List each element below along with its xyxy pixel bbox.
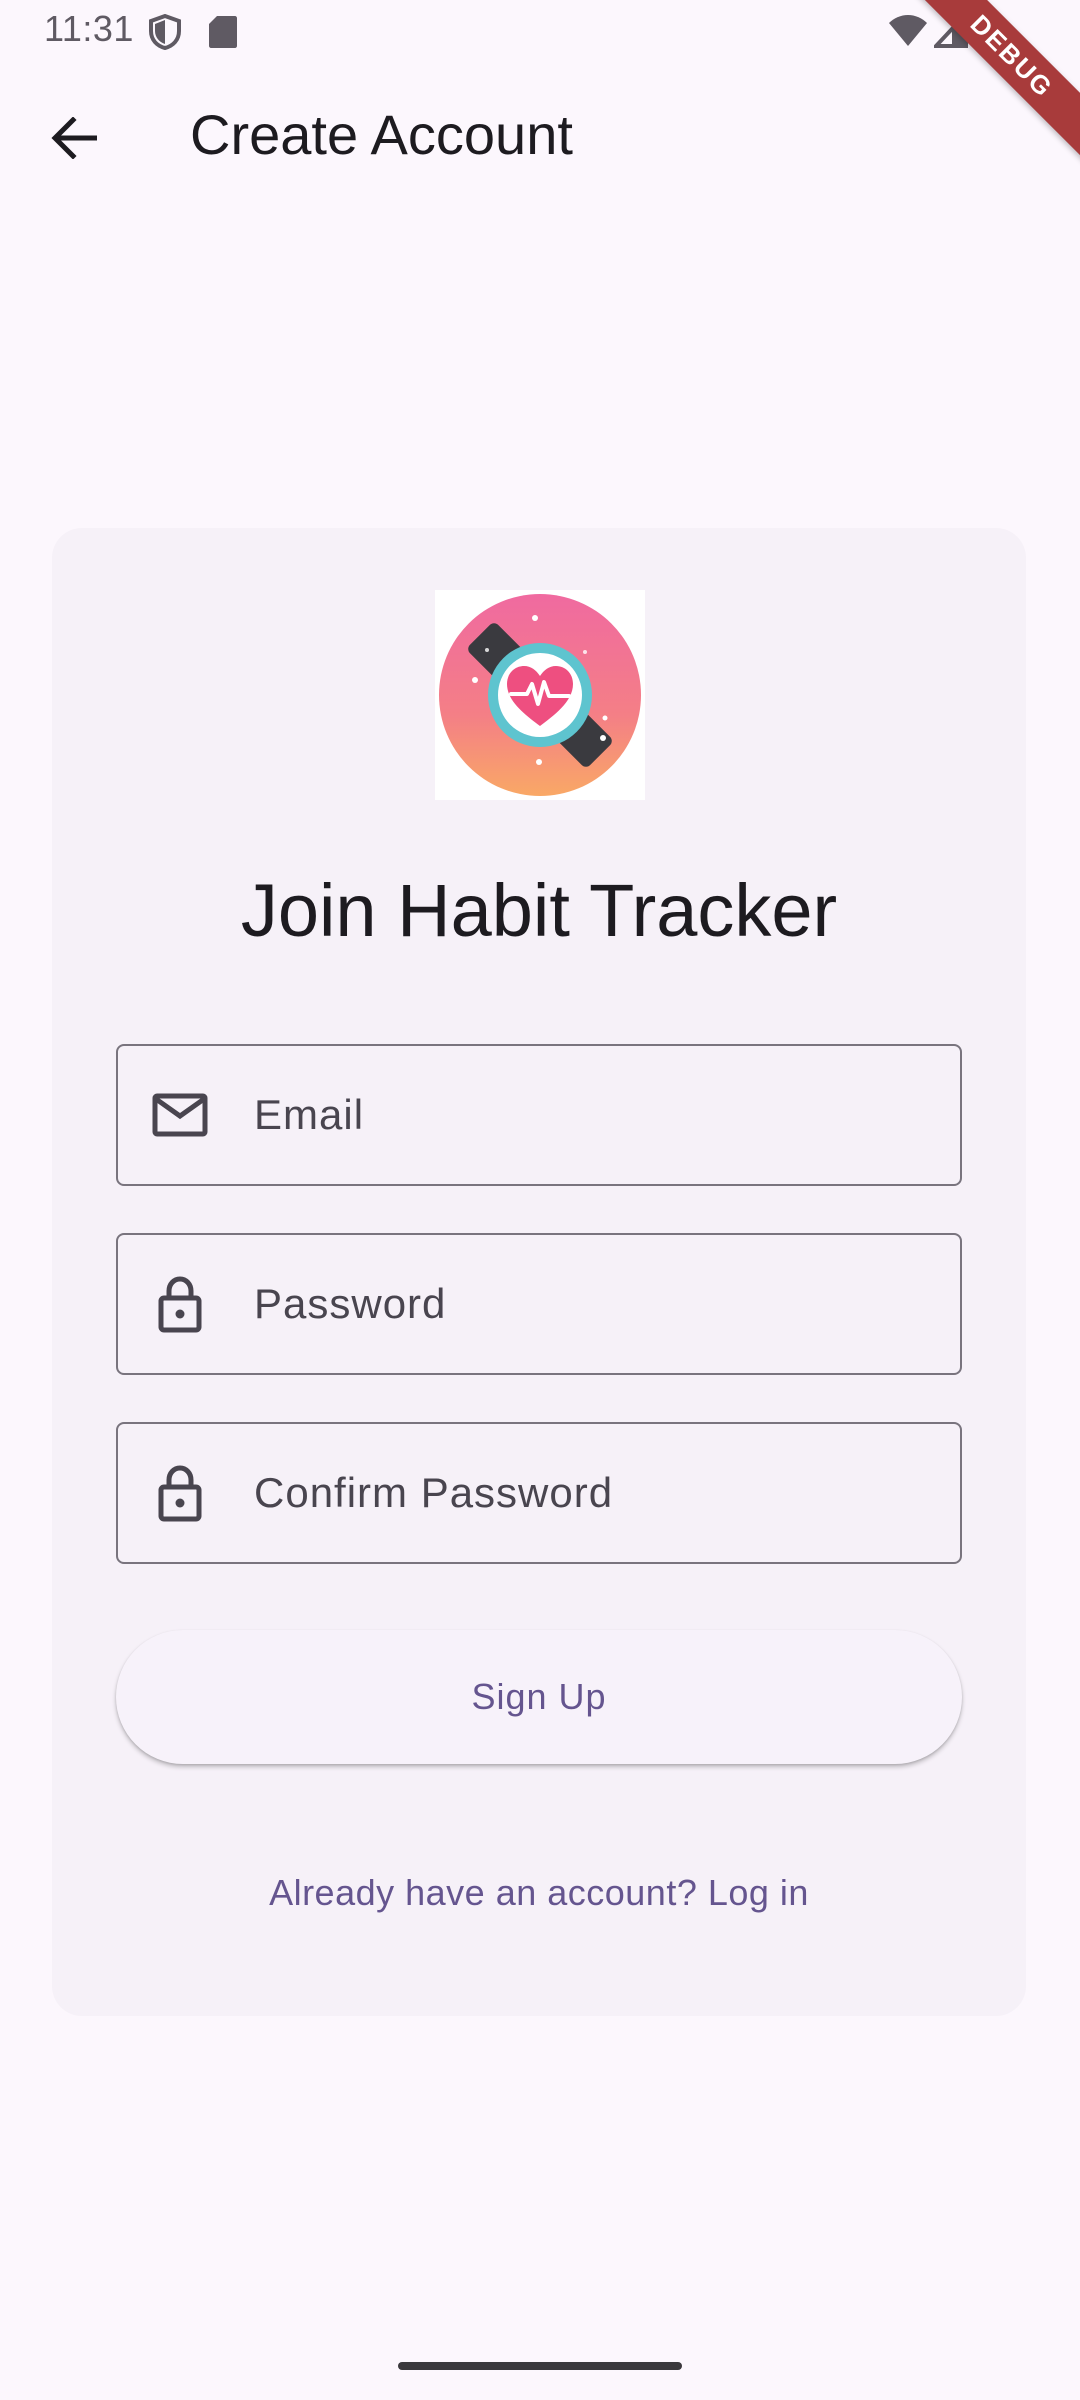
password-placeholder: Password bbox=[254, 1280, 447, 1327]
shield-icon bbox=[148, 13, 182, 55]
home-indicator[interactable] bbox=[398, 2362, 682, 2370]
app-bar: Create Account bbox=[0, 62, 1080, 210]
password-field[interactable]: Password bbox=[116, 1233, 962, 1375]
mail-icon bbox=[152, 1085, 208, 1145]
lock-icon bbox=[152, 1463, 208, 1523]
lock-icon bbox=[152, 1274, 208, 1334]
back-button[interactable] bbox=[34, 98, 114, 178]
wifi-icon bbox=[888, 14, 928, 53]
confirm-password-placeholder: Confirm Password bbox=[254, 1469, 614, 1516]
arrow-back-icon bbox=[51, 117, 97, 159]
status-bar: 11:31 bbox=[0, 0, 1080, 62]
login-link[interactable]: Already have an account? Log in bbox=[52, 1872, 1026, 1914]
signup-heading: Join Habit Tracker bbox=[240, 869, 838, 952]
sd-card-icon bbox=[208, 14, 238, 55]
heart-watch-logo bbox=[439, 594, 641, 796]
status-time: 11:31 bbox=[44, 8, 134, 49]
signup-card: Join Habit Tracker Email Password Confir… bbox=[52, 528, 1026, 2016]
confirm-password-field[interactable]: Confirm Password bbox=[116, 1422, 962, 1564]
app-logo bbox=[435, 590, 645, 800]
sign-up-button[interactable]: Sign Up bbox=[116, 1630, 962, 1764]
page-title: Create Account bbox=[190, 103, 573, 166]
email-field[interactable]: Email bbox=[116, 1044, 962, 1186]
email-placeholder: Email bbox=[254, 1091, 365, 1138]
